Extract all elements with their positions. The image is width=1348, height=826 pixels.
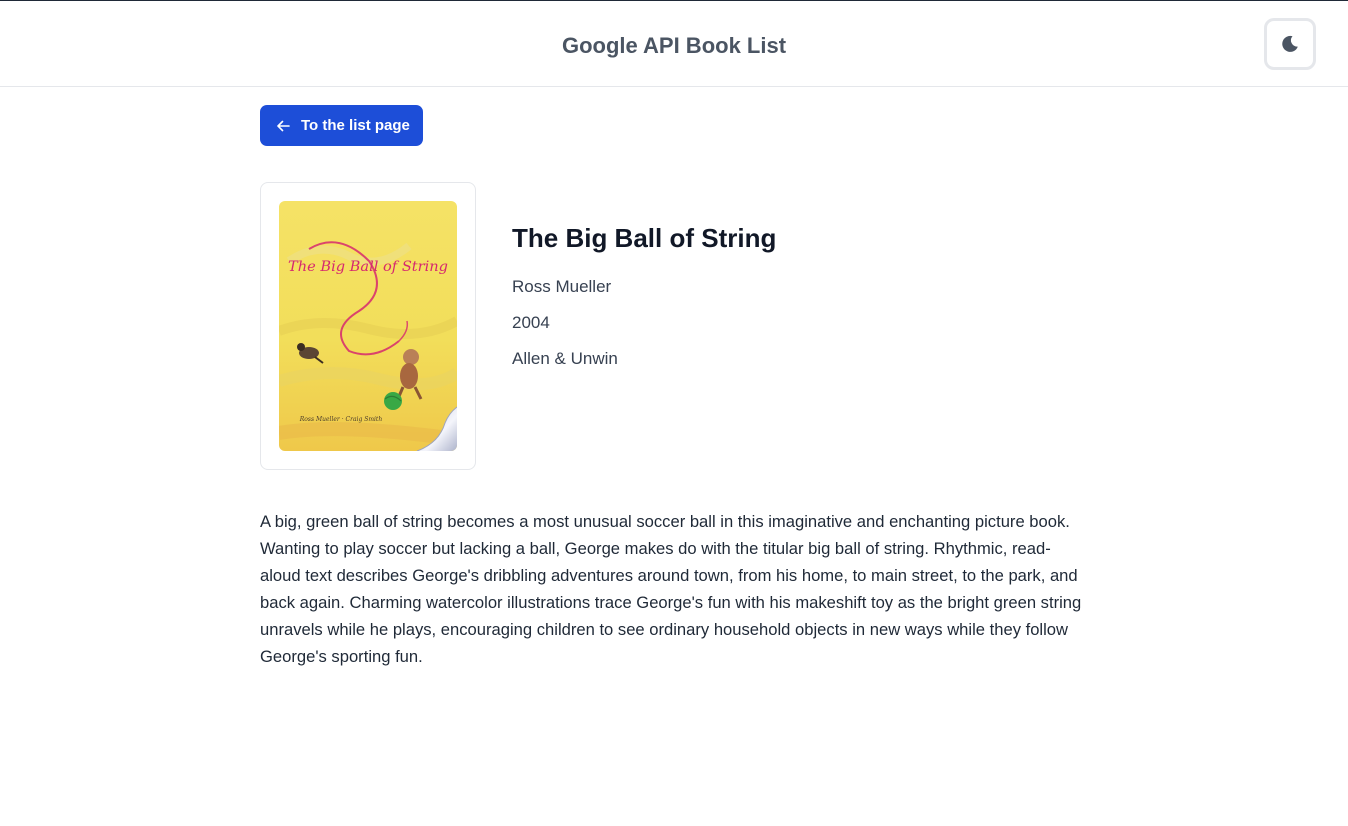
app-header: Google API Book List <box>0 1 1348 87</box>
book-detail-page: Google API Book List To the list page Th… <box>0 0 1348 826</box>
cover-authors-text: Ross Mueller · Craig Smith <box>299 416 383 423</box>
book-author: Ross Mueller <box>512 277 612 296</box>
book-cover-card: The Big Ball of String Ross Mueller · Cr… <box>260 182 476 470</box>
book-cover-image: The Big Ball of String Ross Mueller · Cr… <box>279 201 457 451</box>
app-title: Google API Book List <box>561 33 787 58</box>
moon-icon <box>1280 34 1300 54</box>
back-to-list-button[interactable]: To the list page <box>260 105 423 146</box>
back-button-label: To the list page <box>301 117 410 134</box>
theme-toggle-button[interactable] <box>1264 18 1316 70</box>
book-description: A big, green ball of string becomes a mo… <box>260 512 1082 666</box>
book-title: The Big Ball of String <box>512 223 777 253</box>
book-year: 2004 <box>512 313 550 332</box>
book-publisher: Allen & Unwin <box>512 349 618 368</box>
arrow-left-icon <box>276 119 290 133</box>
